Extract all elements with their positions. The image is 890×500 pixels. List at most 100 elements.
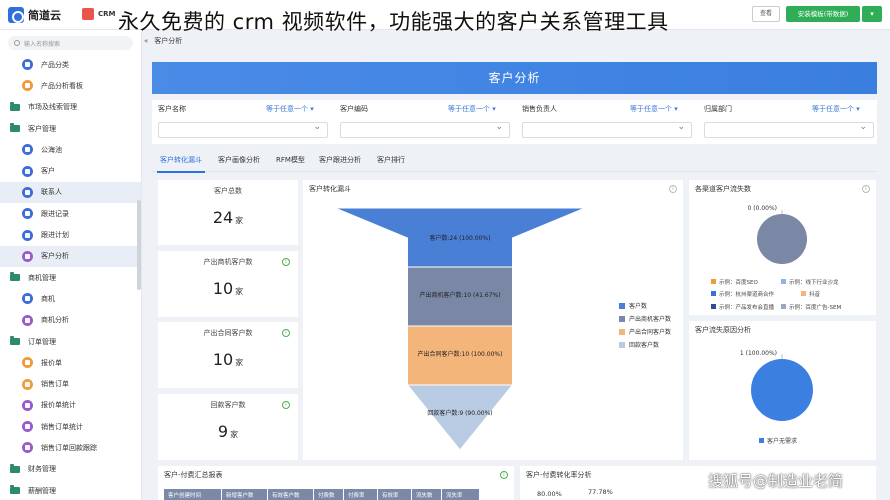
sidebar-item[interactable]: 商机: [0, 288, 141, 309]
sidebar-item-label: 商机分析: [41, 316, 69, 325]
table-header-cell[interactable]: 付费数: [314, 489, 344, 500]
overlay-headline: 永久免费的 crm 视频软件，功能强大的客户关系管理工具: [118, 10, 669, 34]
legend-swatch: [781, 304, 786, 309]
sidebar-item[interactable]: 商机管理: [0, 267, 141, 288]
search-input[interactable]: 输入名称搜索: [24, 39, 60, 48]
legend-label: 抖音: [809, 290, 821, 298]
sidebar-item-label: 财务管理: [28, 465, 56, 474]
folder-icon: [10, 123, 20, 133]
sidebar-scrollbar[interactable]: [137, 200, 141, 290]
rate-axis-value: 80.00%: [537, 490, 562, 498]
form-icon: [22, 442, 33, 454]
app-logo[interactable]: 简道云: [8, 7, 61, 23]
pie-data-label: 1 (100.00%): [740, 350, 777, 357]
tab-conversion-funnel[interactable]: 客户转化漏斗: [160, 155, 202, 165]
tab-customer-profile[interactable]: 客户画像分析: [218, 155, 260, 165]
kpi-unit: 家: [230, 430, 239, 439]
folder-icon: [10, 101, 20, 111]
sidebar-item[interactable]: 跟进记录: [0, 203, 141, 224]
sidebar-item[interactable]: 订单管理: [0, 331, 141, 352]
sidebar-item-label: 销售订单统计: [41, 422, 83, 431]
crm-app-label[interactable]: CRM: [98, 10, 116, 18]
table-header-cell[interactable]: 付费率: [344, 489, 378, 500]
info-icon[interactable]: i: [500, 471, 508, 479]
sidebar-item[interactable]: 报价单统计: [0, 395, 141, 416]
search-icon: [14, 40, 20, 46]
pie-slice: [751, 359, 813, 421]
legend-label: 示例：杭州渠道商合作: [719, 290, 775, 298]
jiandaoyun-logo-icon: [8, 7, 24, 23]
filter-dropdown[interactable]: [340, 122, 510, 138]
sidebar-item[interactable]: 财务管理: [0, 459, 141, 480]
sidebar-item[interactable]: 销售订单统计: [0, 416, 141, 437]
filter-dropdown[interactable]: [704, 122, 874, 138]
info-icon[interactable]: i: [282, 329, 290, 337]
sidebar-item[interactable]: 商机分析: [0, 310, 141, 331]
logo-text: 简道云: [28, 9, 61, 22]
sidebar-item[interactable]: 产品分类: [0, 54, 141, 75]
table-header-cell[interactable]: 新增客户数: [222, 489, 268, 500]
filter-operator[interactable]: 等于任意一个 ▾: [812, 104, 860, 114]
sidebar-item[interactable]: 产品分析看板: [0, 75, 141, 96]
table-header-cell[interactable]: 客户创建时间: [164, 489, 222, 500]
channel-churn-panel: 各渠道客户流失数 i 0 (0.00%) 示例：百度SEO 示例：线下行业沙龙 示例：…: [689, 180, 876, 315]
kpi-opportunity-customers: 产出商机客户数 i 10 家: [158, 251, 298, 317]
filter-operator[interactable]: 等于任意一个 ▾: [266, 104, 314, 114]
sidebar-item-label: 薪酬管理: [28, 486, 56, 495]
sidebar-item[interactable]: 销售订单回款跟踪: [0, 437, 141, 458]
info-icon[interactable]: i: [282, 258, 290, 266]
sidebar-menu: 产品分类 产品分析看板市场及线索管理客户管理 公海池 客户 联系人 跟进记录 跟进计划 客户分…: [0, 54, 141, 500]
sidebar-item-label: 商机管理: [28, 273, 56, 282]
form-icon: [22, 357, 33, 369]
sidebar-item[interactable]: 报价单: [0, 352, 141, 373]
chevron-down-icon[interactable]: ▾: [862, 6, 882, 22]
sidebar-item[interactable]: 联系人: [0, 181, 141, 204]
kpi-value: 10: [212, 279, 234, 298]
filter-dropdown[interactable]: [158, 122, 328, 138]
kpi-label: 产出合同客户数: [203, 329, 253, 337]
sidebar-item[interactable]: 客户分析: [0, 245, 141, 267]
legend-swatch: [711, 279, 716, 284]
sidebar-item[interactable]: 公海池: [0, 139, 141, 160]
filter-label: 归属部门: [704, 105, 732, 113]
table-header-cell[interactable]: 有效客户数: [268, 489, 314, 500]
sidebar-item[interactable]: 销售订单: [0, 373, 141, 394]
sidebar-item[interactable]: 客户: [0, 160, 141, 181]
form-icon: [22, 314, 33, 326]
panel-title: 客户-付费转化率分析: [526, 471, 592, 479]
sidebar-item[interactable]: 市场及线索管理: [0, 97, 141, 118]
filter-operator[interactable]: 等于任意一个 ▾: [630, 104, 678, 114]
sidebar-search[interactable]: 输入名称搜索: [8, 36, 133, 50]
filter-operator[interactable]: 等于任意一个 ▾: [448, 104, 496, 114]
sidebar-item[interactable]: 客户管理: [0, 118, 141, 139]
view-button[interactable]: 查看: [752, 6, 780, 22]
sidebar-item[interactable]: 跟进计划: [0, 224, 141, 245]
tab-followup-analysis[interactable]: 客户跟进分析: [319, 155, 361, 165]
rate-data-label: 77.78%: [588, 488, 613, 496]
sohu-watermark: 搜狐号@制造业老简: [708, 472, 844, 490]
kpi-value: 9: [217, 422, 229, 441]
folder-icon: [10, 336, 20, 345]
legend-swatch: [619, 316, 625, 322]
legend-swatch: [619, 329, 625, 335]
legend-swatch: [619, 342, 625, 348]
kpi-unit: 家: [235, 216, 244, 225]
funnel-panel: 客户转化漏斗 i 客户数:24 (100.00%) 产出商机客户数:10 (41.…: [303, 180, 683, 460]
tab-rfm-model[interactable]: RFM模型: [276, 155, 305, 165]
sidebar-item-label: 市场及线索管理: [28, 103, 77, 112]
table-header-cell[interactable]: 流失率: [442, 489, 480, 500]
table-header-cell[interactable]: 有效率: [378, 489, 412, 500]
filter-dropdown[interactable]: [522, 122, 692, 138]
install-template-button[interactable]: 安装模板(带数据): [786, 6, 860, 22]
summary-table-header: 客户创建时间 新增客户数 有效客户数 付费数 付费率 有效率 流失数 流失率: [164, 489, 480, 500]
table-header-cell[interactable]: 流失数: [412, 489, 442, 500]
tab-customer-ranking[interactable]: 客户排行: [377, 155, 405, 165]
funnel-data-label: 回款客户数:9 (90.00%): [427, 409, 492, 417]
folder-icon: [10, 485, 20, 495]
crm-app-icon[interactable]: [82, 8, 94, 20]
breadcrumb: « 客户分析: [144, 36, 182, 46]
form-icon: [22, 165, 33, 177]
info-icon[interactable]: i: [282, 401, 290, 409]
sidebar-item[interactable]: 薪酬管理: [0, 480, 141, 500]
collapse-sidebar-icon[interactable]: «: [144, 37, 148, 45]
